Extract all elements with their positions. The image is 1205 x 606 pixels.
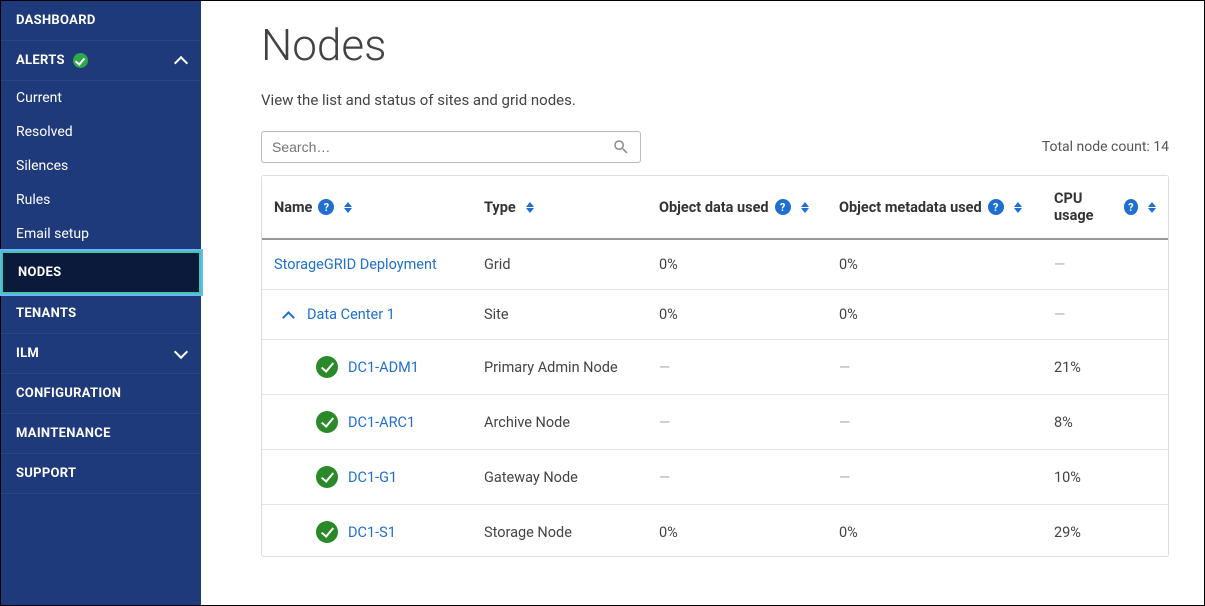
col-header-type[interactable]: Type [472,176,647,239]
col-header-name[interactable]: Name ? [262,176,472,239]
cell-metadata: — [827,340,1042,395]
cell-type: Site [472,290,647,340]
expand-icon[interactable] [282,311,295,324]
table-row: Data Center 1Site0%0%— [262,290,1168,340]
cell-type: Archive Node [472,395,647,450]
cell-cpu: — [1042,239,1168,290]
table-scroll[interactable]: Name ? Type [262,176,1168,556]
status-ok-icon [316,466,338,488]
cell-metadata: — [827,395,1042,450]
nav-alerts-current[interactable]: Current [1,81,201,115]
chevron-up-icon [174,55,188,69]
cell-cpu: 8% [1042,395,1168,450]
sort-icon[interactable] [526,202,534,213]
help-icon[interactable]: ? [988,199,1004,215]
col-header-metadata-label: Object metadata used [839,199,982,216]
status-ok-icon [316,521,338,543]
node-link[interactable]: DC1-G1 [348,469,397,486]
col-header-cpu[interactable]: CPU usage ? [1042,176,1168,239]
cell-cpu: 10% [1042,450,1168,505]
node-link[interactable]: DC1-ARC1 [348,414,415,431]
check-icon [73,53,88,68]
table-row: DC1-S1Storage Node0%0%29% [262,505,1168,557]
col-header-type-label: Type [484,199,516,216]
cell-object-data: — [647,450,827,505]
sort-icon[interactable] [1014,202,1022,213]
cell-metadata: 0% [827,505,1042,557]
sidebar: DASHBOARD ALERTS Current Resolved Silenc… [1,1,201,605]
nav-maintenance[interactable]: MAINTENANCE [1,414,201,454]
col-header-object-data-label: Object data used [659,199,769,216]
nav-alerts-emailsetup[interactable]: Email setup [1,217,201,251]
cell-metadata: 0% [827,239,1042,290]
cell-type: Gateway Node [472,450,647,505]
nav-nodes[interactable]: NODES [1,251,201,294]
sort-icon[interactable] [1148,202,1156,213]
nav-maintenance-label: MAINTENANCE [16,426,111,441]
table-row: DC1-G1Gateway Node——10% [262,450,1168,505]
status-ok-icon [316,411,338,433]
cell-type: Grid [472,239,647,290]
nav-ilm[interactable]: ILM [1,334,201,374]
col-header-name-label: Name [274,199,312,216]
nav-configuration[interactable]: CONFIGURATION [1,374,201,414]
col-header-metadata[interactable]: Object metadata used ? [827,176,1042,239]
search-box[interactable] [261,131,641,163]
sort-icon[interactable] [344,202,352,213]
cell-object-data: 0% [647,290,827,340]
node-link[interactable]: DC1-ADM1 [348,359,419,376]
total-node-count: Total node count: 14 [1042,139,1169,155]
col-header-cpu-label: CPU usage [1054,190,1118,224]
sort-icon[interactable] [801,202,809,213]
nav-dashboard-label: DASHBOARD [16,13,96,28]
cell-metadata: — [827,450,1042,505]
help-icon[interactable]: ? [1124,199,1138,215]
node-link[interactable]: Data Center 1 [307,306,395,323]
nav-dashboard[interactable]: DASHBOARD [1,1,201,41]
cell-type: Primary Admin Node [472,340,647,395]
nav-alerts-resolved[interactable]: Resolved [1,115,201,149]
nav-alerts-silences[interactable]: Silences [1,149,201,183]
nav-alerts-rules[interactable]: Rules [1,183,201,217]
nav-alerts[interactable]: ALERTS [1,41,201,81]
search-icon [612,138,630,156]
table-row: StorageGRID DeploymentGrid0%0%— [262,239,1168,290]
page-description: View the list and status of sites and gr… [261,91,1169,109]
node-link[interactable]: StorageGRID Deployment [274,256,437,273]
cell-object-data: — [647,395,827,450]
help-icon[interactable]: ? [775,199,791,215]
nav-support-label: SUPPORT [16,466,76,481]
search-input[interactable] [272,139,612,155]
cell-cpu: — [1042,290,1168,340]
toolbar: Total node count: 14 [261,131,1169,163]
cell-object-data: 0% [647,239,827,290]
nav-tenants-label: TENANTS [16,306,76,321]
cell-cpu: 21% [1042,340,1168,395]
cell-object-data: — [647,340,827,395]
chevron-down-icon [174,345,188,359]
nav-nodes-label: NODES [18,265,61,280]
cell-type: Storage Node [472,505,647,557]
table-row: DC1-ARC1Archive Node——8% [262,395,1168,450]
help-icon[interactable]: ? [318,199,334,215]
nav-alerts-label: ALERTS [16,53,65,68]
status-ok-icon [316,356,338,378]
page-title: Nodes [261,19,1169,71]
node-link[interactable]: DC1-S1 [348,524,396,541]
cell-cpu: 29% [1042,505,1168,557]
nav-configuration-label: CONFIGURATION [16,386,121,401]
cell-metadata: 0% [827,290,1042,340]
main-content: Nodes View the list and status of sites … [201,1,1204,605]
col-header-object-data[interactable]: Object data used ? [647,176,827,239]
table-row: DC1-ADM1Primary Admin Node——21% [262,340,1168,395]
nav-support[interactable]: SUPPORT [1,454,201,494]
nodes-table: Name ? Type [261,175,1169,557]
nav-tenants[interactable]: TENANTS [1,294,201,334]
cell-object-data: 0% [647,505,827,557]
nav-ilm-label: ILM [16,346,39,361]
